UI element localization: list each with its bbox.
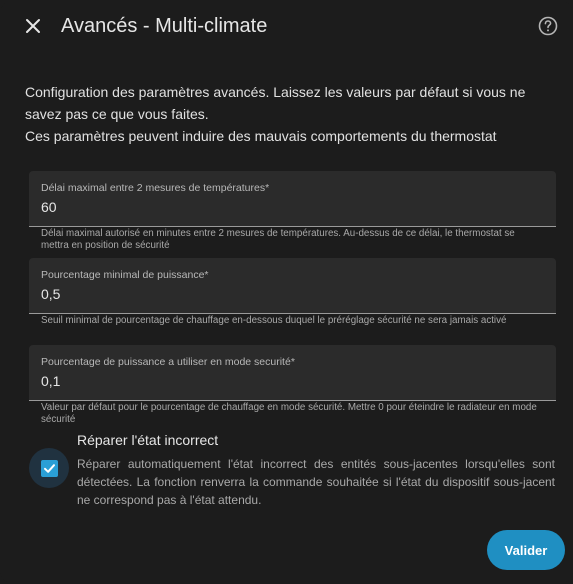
help-button[interactable] — [537, 15, 559, 37]
checkbox-box[interactable] — [40, 459, 58, 477]
help-circle-icon — [538, 16, 558, 36]
max-delay-value[interactable]: 60 — [41, 199, 57, 215]
min-power-value[interactable]: 0,5 — [41, 286, 60, 302]
max-delay-label: Délai maximal entre 2 mesures de tempéra… — [41, 182, 270, 194]
max-delay-helper: Délai maximal autorisé en minutes entre … — [41, 228, 515, 251]
security-power-label: Pourcentage de puissance a utiliser en m… — [41, 356, 295, 368]
close-button[interactable] — [18, 11, 48, 41]
repair-state-description: Réparer automatiquement l'état incorrect… — [77, 457, 555, 507]
dialog-title: Avancés - Multi-climate — [61, 15, 268, 37]
max-delay-field[interactable]: Délai maximal entre 2 mesures de tempéra… — [29, 171, 556, 227]
min-power-helper: Seuil minimal de pourcentage de chauffag… — [41, 315, 507, 326]
dialog-header: Avancés - Multi-climate — [0, 0, 573, 54]
intro-line-2: Ces paramètres peuvent induire des mauva… — [25, 128, 497, 144]
repair-state-checkbox[interactable] — [29, 448, 69, 488]
security-power-helper: Valeur par défaut pour le pourcentage de… — [41, 402, 537, 425]
security-power-value[interactable]: 0,1 — [41, 373, 60, 389]
repair-state-label[interactable]: Réparer l'état incorrect — [77, 432, 218, 448]
min-power-label: Pourcentage minimal de puissance* — [41, 269, 209, 281]
advanced-settings-dialog: Avancés - Multi-climate Configuration de… — [0, 0, 573, 584]
security-power-field[interactable]: Pourcentage de puissance a utiliser en m… — [29, 345, 556, 401]
intro-line-1: Configuration des paramètres avancés. La… — [25, 84, 526, 122]
dialog-description: Configuration des paramètres avancés. La… — [25, 81, 549, 147]
checkmark-icon — [43, 463, 55, 473]
submit-button[interactable]: Valider — [487, 530, 565, 570]
close-icon — [26, 19, 40, 33]
min-power-field[interactable]: Pourcentage minimal de puissance* 0,5 — [29, 258, 556, 314]
